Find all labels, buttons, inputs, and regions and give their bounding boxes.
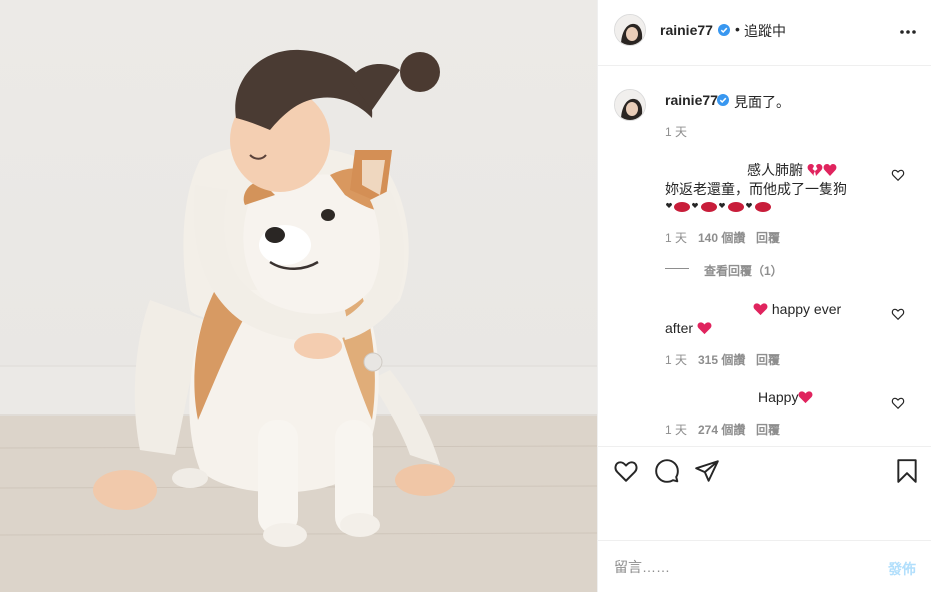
comment-1-line1: 感人肺腑 (747, 162, 803, 178)
comment-composer: 發佈 (598, 540, 931, 592)
broken-heart-emoji-icon (807, 164, 837, 176)
follow-status-button[interactable]: 追蹤中 (744, 21, 786, 41)
comment-input[interactable] (614, 555, 864, 579)
comment-1-like-heart-icon[interactable] (891, 168, 905, 182)
comment-1-line2: 妳返老還童，而他成了一隻狗 (665, 181, 847, 197)
red-heart-emoji-icon (753, 303, 768, 316)
post-header: rainie77 • 追蹤中 (598, 0, 931, 66)
comment-2-likes[interactable]: 315 個讚 (698, 351, 745, 368)
comment-1-likes[interactable]: 140 個讚 (698, 229, 745, 246)
post-photo[interactable] (0, 0, 597, 592)
lips-and-hearts-emoji-icon (666, 202, 771, 212)
paper-plane-icon[interactable] (694, 458, 720, 484)
comment-2: happy ever after (665, 300, 875, 338)
post-comment-button[interactable]: 發佈 (888, 559, 916, 579)
caption-text: 見面了。 (734, 94, 790, 110)
author-avatar[interactable] (614, 14, 646, 46)
comment-3-like-heart-icon[interactable] (891, 396, 905, 410)
comment-2-time[interactable]: 1 天 (665, 351, 687, 368)
photo-illustration (0, 49, 597, 592)
author-username[interactable]: rainie77 (660, 22, 713, 38)
heart-icon[interactable] (613, 458, 639, 484)
comment-3: Happy (665, 388, 875, 407)
comment-2-like-heart-icon[interactable] (891, 307, 905, 321)
more-options-icon[interactable] (896, 22, 920, 42)
red-heart-emoji-icon (799, 391, 813, 404)
comment-3-line1: Happy (758, 389, 799, 405)
view-replies-divider (665, 268, 689, 269)
verified-badge-icon (717, 94, 729, 106)
red-heart-emoji-icon (697, 322, 712, 335)
comment-3-time[interactable]: 1 天 (665, 421, 687, 438)
verified-badge-icon (718, 24, 730, 36)
avatar-image (615, 15, 645, 45)
comment-1-reply-button[interactable]: 回覆 (756, 229, 780, 246)
comment-icon[interactable] (654, 458, 680, 484)
comment-3-likes[interactable]: 274 個讚 (698, 421, 745, 438)
comment-1: 感人肺腑 妳返老還童，而他成了一隻狗 (665, 161, 875, 220)
view-replies-button[interactable]: 查看回覆（1） (704, 262, 783, 279)
avatar-image (615, 90, 645, 120)
caption-timestamp[interactable]: 1 天 (665, 123, 687, 140)
follow-separator: • (735, 21, 740, 37)
caption-author-avatar[interactable] (614, 89, 646, 121)
comment-1-emoji-row (665, 199, 875, 220)
comment-3-reply-button[interactable]: 回覆 (756, 421, 780, 438)
post-actions-bar (598, 446, 931, 496)
comment-2-line2: after (665, 320, 694, 336)
comment-2-line1: happy ever (771, 301, 842, 317)
post-side-panel: rainie77 • 追蹤中 rainie77 見面了。 1 天 感人肺腑 妳返… (597, 0, 931, 592)
comment-2-reply-button[interactable]: 回覆 (756, 351, 780, 368)
bookmark-icon[interactable] (894, 458, 920, 484)
caption-author-username[interactable]: rainie77 (665, 92, 718, 108)
comment-1-time[interactable]: 1 天 (665, 229, 687, 246)
